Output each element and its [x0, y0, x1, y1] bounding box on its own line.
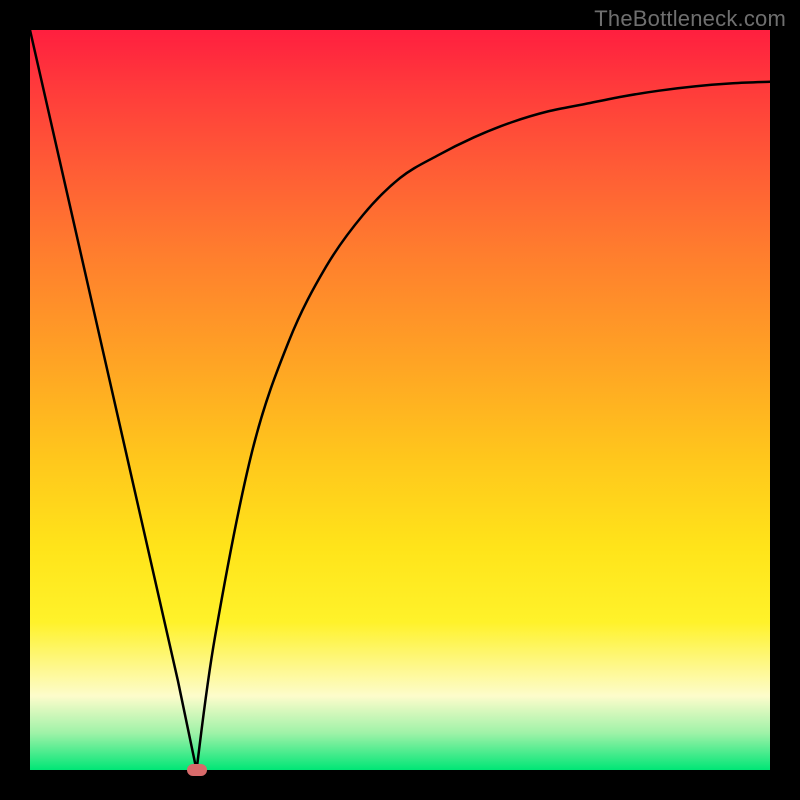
optimal-point-marker	[187, 764, 207, 776]
plot-area	[30, 30, 770, 770]
bottleneck-curve	[30, 30, 770, 770]
chart-frame: TheBottleneck.com	[0, 0, 800, 800]
watermark-label: TheBottleneck.com	[594, 6, 786, 32]
